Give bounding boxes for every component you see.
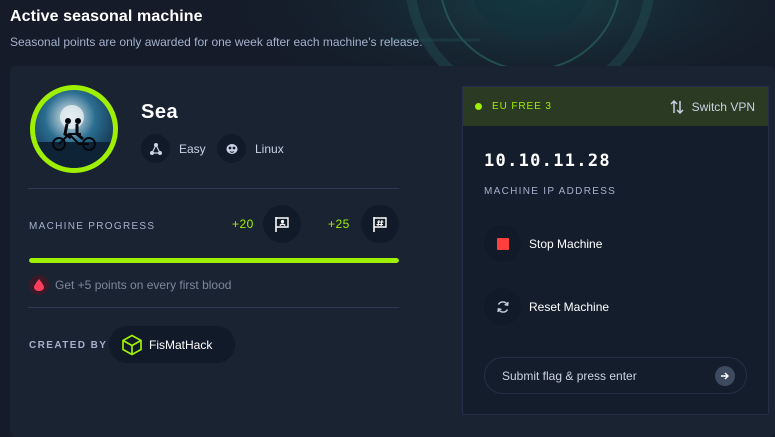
cyclists-silhouette-icon — [35, 105, 113, 168]
section-header: Active seasonal machine Seasonal points … — [10, 8, 423, 49]
stop-square-icon — [484, 225, 521, 262]
vpn-server-label: EU FREE 3 — [492, 101, 552, 112]
section-subtitle: Seasonal points are only awarded for one… — [10, 35, 423, 49]
machine-ip[interactable]: 10.10.11.28 — [484, 151, 611, 171]
os-tag: Linux — [217, 134, 284, 163]
flag-input[interactable] — [502, 368, 702, 383]
divider — [28, 188, 399, 189]
flag-submit-field — [484, 357, 747, 394]
network-nodes-icon — [141, 134, 170, 163]
difficulty-label: Easy — [179, 141, 206, 156]
machine-progress-bar — [29, 258, 399, 263]
switch-vpn-button[interactable]: Switch VPN — [669, 99, 755, 115]
user-flag-button[interactable] — [263, 205, 301, 243]
penguin-icon — [217, 134, 246, 163]
machine-name: Sea — [141, 101, 179, 123]
switch-vpn-label: Switch VPN — [691, 99, 755, 114]
user-flag-points: +20 — [232, 217, 254, 231]
vpn-status-dot — [475, 103, 482, 110]
cube-logo-icon — [122, 334, 142, 355]
root-flag-points: +25 — [328, 217, 350, 231]
arrow-right-icon — [721, 372, 729, 380]
stop-machine-button[interactable]: Stop Machine — [484, 225, 602, 262]
machine-progress-label: MACHINE PROGRESS — [29, 221, 156, 232]
first-blood-note: Get +5 points on every first blood — [29, 275, 231, 295]
machine-info-panel: Sea Easy Linux MACHINE PROGRESS +20 +25 — [28, 66, 409, 437]
machine-ip-label: MACHINE IP ADDRESS — [484, 186, 617, 197]
swap-arrows-icon — [670, 99, 684, 114]
refresh-icon — [484, 288, 521, 325]
reset-machine-button[interactable]: Reset Machine — [484, 288, 609, 325]
stop-machine-label: Stop Machine — [529, 236, 603, 251]
machine-progress-fill — [29, 258, 399, 263]
connection-panel: EU FREE 3 Switch VPN 10.10.11.28 MACHINE… — [462, 86, 769, 415]
difficulty-tag: Easy — [141, 134, 206, 163]
created-by-label: CREATED BY — [29, 340, 108, 351]
vpn-bar: EU FREE 3 Switch VPN — [463, 87, 768, 126]
section-title: Active seasonal machine — [10, 8, 203, 25]
machine-avatar[interactable] — [30, 85, 118, 173]
first-blood-text: Get +5 points on every first blood — [55, 278, 232, 292]
blood-drop-icon — [29, 275, 49, 295]
creator-name: FisMatHack — [149, 337, 213, 352]
machine-card: Sea Easy Linux MACHINE PROGRESS +20 +25 — [10, 66, 775, 437]
submit-flag-button[interactable] — [715, 366, 735, 386]
root-flag-button[interactable] — [361, 205, 399, 243]
creator-profile-link[interactable]: FisMatHack — [109, 326, 235, 363]
user-flag-icon — [275, 217, 289, 232]
reset-machine-label: Reset Machine — [529, 299, 610, 314]
divider — [28, 307, 399, 308]
os-label: Linux — [255, 141, 284, 156]
root-flag-icon — [373, 217, 387, 232]
